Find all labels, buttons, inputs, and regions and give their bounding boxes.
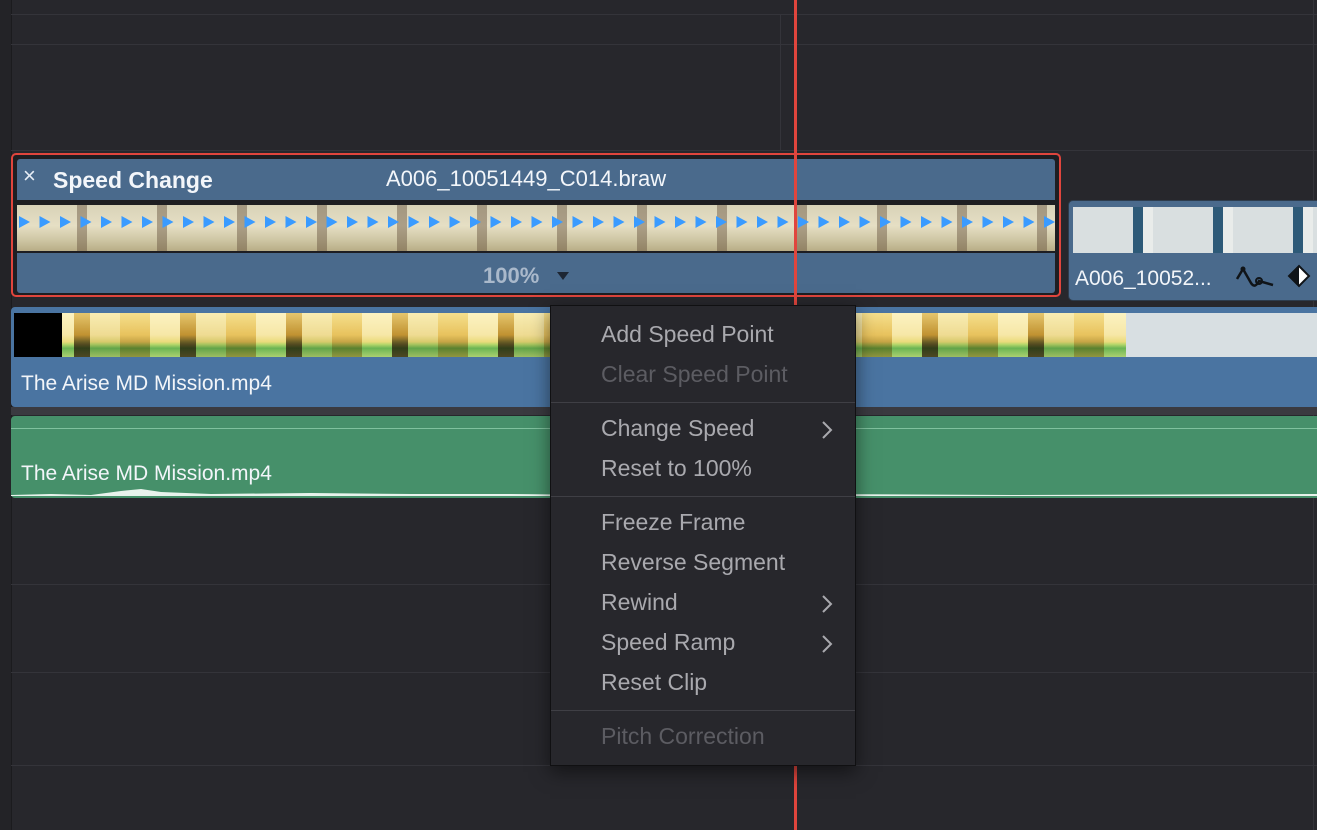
speed-arrow-icon: [962, 216, 973, 228]
speed-footer: 100%: [17, 253, 1055, 293]
close-icon[interactable]: ×: [23, 161, 36, 191]
chevron-right-icon: [822, 595, 833, 613]
speed-arrow-icon: [1003, 216, 1014, 228]
speed-arrow-icon: [941, 216, 953, 228]
speed-arrow-icon: [798, 216, 809, 228]
menu-item-freeze-frame[interactable]: Freeze Frame: [601, 509, 745, 536]
menu-item-reverse-segment[interactable]: Reverse Segment: [601, 549, 785, 576]
speed-arrow-icon: [921, 216, 932, 228]
grid-line: [11, 14, 1317, 15]
speed-arrow-icon: [449, 216, 461, 228]
speed-arrow-icon: [347, 216, 358, 228]
speed-arrow-icon: [593, 216, 604, 228]
speed-arrow-icon: [408, 216, 420, 228]
speed-arrow-icon: [367, 216, 379, 228]
speed-arrow-icon: [654, 216, 666, 228]
speed-arrow-icon: [388, 216, 399, 228]
speed-arrow-icon: [121, 216, 133, 228]
menu-item-reset-clip[interactable]: Reset Clip: [601, 669, 707, 696]
speed-percent[interactable]: 100%: [483, 263, 539, 289]
speed-arrow-icon: [531, 216, 543, 228]
grid-line: [11, 44, 1317, 45]
menu-item-add-speed-point[interactable]: Add Speed Point: [601, 321, 774, 348]
speed-arrow-icon: [265, 216, 276, 228]
menu-item-pitch-correction: Pitch Correction: [601, 723, 765, 749]
speed-arrows: [19, 216, 1055, 228]
menu-item-speed-ramp[interactable]: Speed Ramp: [601, 629, 735, 656]
speed-arrow-icon: [613, 216, 625, 228]
speed-arrow-icon: [285, 216, 297, 228]
edge-line: [1313, 0, 1314, 830]
speed-arrow-icon: [162, 216, 174, 228]
menu-item-reset-to-100[interactable]: Reset to 100%: [601, 455, 752, 482]
context-menu: Add Speed Point Clear Speed Point Change…: [550, 305, 856, 766]
chevron-right-icon: [822, 421, 833, 439]
speed-arrow-icon: [818, 216, 830, 228]
second-clip-name: A006_10052...: [1075, 267, 1212, 290]
speed-arrow-icon: [859, 216, 871, 228]
speed-arrow-icon: [675, 216, 686, 228]
speed-arrow-icon: [777, 216, 789, 228]
speed-clip-name: A006_10051449_C014.braw: [386, 166, 667, 191]
menu-separator: [551, 402, 855, 403]
marker-line: [780, 14, 781, 150]
menu-item-change-speed[interactable]: Change Speed: [601, 415, 754, 442]
speed-arrow-icon: [695, 216, 707, 228]
second-video-clip[interactable]: A006_10052...: [1068, 200, 1317, 301]
keyframe-diamond-icon[interactable]: [1287, 263, 1311, 291]
speed-arrow-icon: [634, 216, 645, 228]
speed-arrow-icon: [736, 216, 748, 228]
speed-arrow-icon: [224, 216, 235, 228]
speed-arrow-icon: [60, 216, 71, 228]
speed-arrow-icon: [716, 216, 727, 228]
speed-arrow-icon: [552, 216, 563, 228]
video-clip-name: The Arise MD Mission.mp4: [21, 372, 272, 395]
speed-arrow-icon: [839, 216, 850, 228]
track-header-gutter: [0, 0, 12, 830]
speed-arrow-icon: [80, 216, 92, 228]
speed-arrow-icon: [470, 216, 481, 228]
menu-item-rewind[interactable]: Rewind: [601, 589, 678, 616]
dropdown-caret-icon[interactable]: [557, 272, 569, 280]
menu-item-clear-speed-point: Clear Speed Point: [601, 361, 788, 387]
speed-arrow-icon: [490, 216, 502, 228]
speed-arrow-icon: [183, 216, 194, 228]
speed-arrow-icon: [326, 216, 338, 228]
speed-arrow-icon: [306, 216, 317, 228]
menu-separator: [551, 496, 855, 497]
curve-icon[interactable]: [1235, 263, 1275, 291]
speed-arrow-icon: [1044, 216, 1055, 228]
speed-arrow-icon: [511, 216, 522, 228]
speed-arrow-icon: [572, 216, 584, 228]
speed-arrow-icon: [203, 216, 215, 228]
speed-arrow-icon: [757, 216, 768, 228]
speed-arrow-icon: [982, 216, 994, 228]
speed-arrow-icon: [244, 216, 256, 228]
speed-arrow-icon: [19, 216, 30, 228]
second-clip-thumbnails: [1073, 207, 1317, 253]
speed-arrow-icon: [101, 216, 112, 228]
chevron-right-icon: [822, 635, 833, 653]
speed-arrow-icon: [880, 216, 891, 228]
menu-separator: [551, 710, 855, 711]
speed-clip-header: × Speed Change A006_10051449_C014.braw: [17, 159, 1055, 200]
speed-arrow-icon: [39, 216, 51, 228]
speed-change-title: Speed Change: [53, 167, 213, 193]
audio-clip-name: The Arise MD Mission.mp4: [21, 462, 272, 485]
speed-change-clip[interactable]: × Speed Change A006_10051449_C014.braw 1…: [11, 153, 1061, 297]
speed-arrow-icon: [1023, 216, 1035, 228]
speed-arrow-icon: [142, 216, 153, 228]
grid-line: [11, 150, 1317, 151]
speed-arrow-icon: [429, 216, 440, 228]
speed-arrow-icon: [900, 216, 912, 228]
